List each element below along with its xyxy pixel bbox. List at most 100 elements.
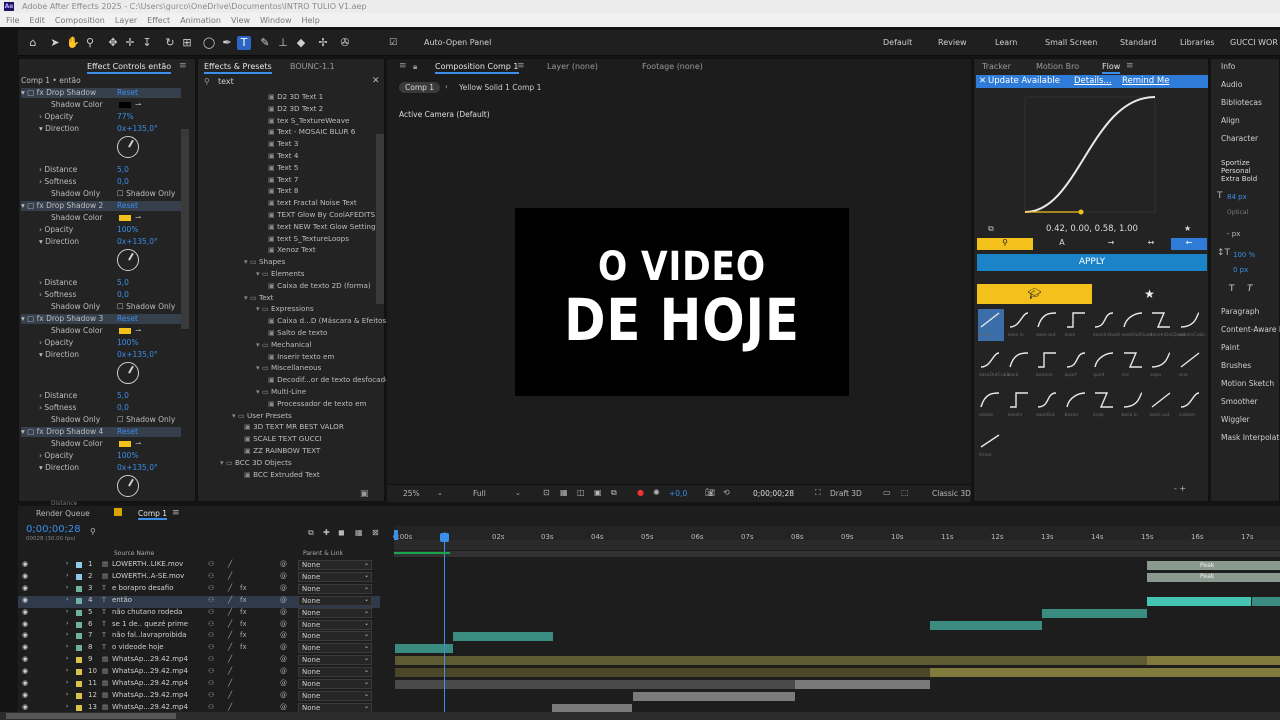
workspace-gucci[interactable]: GUCCI WOR [1230, 38, 1280, 47]
brush-tool-icon[interactable]: ✎ [258, 36, 272, 50]
direction-value[interactable]: 0x+135,0° [117, 463, 158, 472]
layer-name[interactable]: o videode hoje [112, 643, 202, 651]
effects-search-input[interactable] [218, 76, 368, 87]
clone-stamp-icon[interactable]: ⊥ [276, 36, 290, 50]
comp-mini-flowchart-icon[interactable]: ⧉ [308, 528, 314, 538]
visibility-eye-icon[interactable]: ◉ [22, 643, 28, 651]
shadow-only-checkbox[interactable]: ☐ Shadow Only [117, 302, 175, 311]
effect-switch-icon[interactable]: fx [240, 596, 247, 604]
puppet-pin-icon[interactable]: ✇ [338, 36, 352, 50]
draft-3d-timeline-icon[interactable]: ✚ [323, 528, 330, 537]
menu-item-effect[interactable]: Effect [147, 16, 170, 25]
preset-item[interactable]: ▣ Text - MOSAIC BLUR 6 [268, 127, 355, 136]
preset-folder[interactable]: ▾ ▭ Miscellaneous [256, 363, 321, 372]
pan-behind-tool-icon[interactable]: ⊞ [180, 36, 194, 50]
quality-switch-icon[interactable]: ╱ [228, 667, 232, 675]
parent-select[interactable]: None [298, 571, 372, 582]
easing-preset-custom[interactable]: custom [1178, 389, 1204, 421]
composition-canvas[interactable]: O VIDEO DE HOJE [515, 208, 849, 396]
easing-preset-easeInCubic[interactable]: easeInCubic [1178, 309, 1206, 341]
workspace-review[interactable]: Review [938, 38, 967, 47]
ellipse-tool-icon[interactable]: ◯ [202, 36, 216, 50]
layer-label-color[interactable] [76, 562, 82, 568]
tab-render-queue[interactable]: Render Queue [36, 509, 90, 518]
easing-preset-easeInOutQuad[interactable]: easeInOutQuad [1149, 309, 1185, 341]
reset-link[interactable]: Reset [117, 201, 138, 210]
parent-select[interactable]: None [298, 690, 372, 701]
preset-folder[interactable]: ▾ ▭ BCC 3D Objects [220, 458, 292, 467]
easing-preset-snap[interactable]: snap [1092, 389, 1118, 421]
preset-item[interactable]: ▣ Text 3 [268, 139, 298, 148]
expand-arrow-icon[interactable]: › [66, 572, 68, 579]
easing-preset-easeOutCubic[interactable]: easeOutCubic [978, 349, 1010, 381]
right-panel-item[interactable]: Smoother [1221, 397, 1280, 406]
easing-preset-quart[interactable]: quart [1064, 349, 1090, 381]
frame-blending-icon[interactable]: ▦ [355, 528, 363, 537]
current-time-display[interactable]: 0;00;00;28 [753, 489, 794, 498]
shy-switch-icon[interactable]: ⚇ [208, 655, 214, 663]
timeline-layer-row[interactable]: ◉ › 7 Tnão fal..lavraproibida ⚇ ╱ fx @ None ⌄ [18, 631, 380, 643]
timeline-layer-row[interactable]: ◉ › 4 Tentão ⚇ ╱ fx @ None ⌄ [18, 595, 380, 608]
workspace-standard[interactable]: Standard [1120, 38, 1156, 47]
eraser-tool-icon[interactable]: ◆ [294, 36, 308, 50]
right-panel-item[interactable]: Mask Interpolation [1221, 433, 1280, 442]
easing-preset-easeInQuad[interactable]: easeInQuad [1092, 309, 1120, 341]
timeline-menu-icon[interactable]: ≡ [172, 508, 180, 518]
source-name-header[interactable]: Source Name [114, 550, 154, 557]
peak-marker[interactable]: Peak [1200, 562, 1214, 569]
rotate-tool-icon[interactable]: ↻ [163, 36, 177, 50]
layer-label-color[interactable] [76, 609, 82, 616]
distance-value[interactable]: 5,0 [117, 165, 129, 174]
layer-name[interactable]: se 1 de.. quezé prime [112, 620, 202, 628]
preset-item[interactable]: ▣ ZZ RAINBOW TEXT [244, 446, 320, 455]
easing-preset-back in[interactable]: back in [1121, 389, 1147, 421]
opacity-value[interactable]: 100% [117, 451, 138, 460]
bezier-curve-editor[interactable] [1019, 89, 1164, 219]
layer-duration-bar[interactable] [453, 632, 553, 642]
reset-link[interactable]: Reset [117, 427, 138, 436]
shy-layers-icon[interactable]: ◼ [338, 528, 345, 537]
layer-label-color[interactable] [76, 645, 82, 652]
preset-item[interactable]: ▣ Caixa d...D (Máscara & Efeitos) [268, 316, 389, 325]
snapshot-compare-icon[interactable]: ⧉ [611, 488, 617, 498]
graduation-cap-icon[interactable]: 🎓︎ [977, 284, 1092, 304]
chevron-down-icon[interactable]: ⌄ [364, 667, 369, 674]
renderer-select[interactable]: Classic 3D [932, 489, 971, 498]
current-timecode[interactable]: 0;00;00;28 [26, 524, 81, 535]
quality-switch-icon[interactable]: ╱ [228, 560, 232, 568]
layer-name[interactable]: WhatsAp...29.42.mp4 [112, 655, 202, 663]
expand-arrow-icon[interactable]: › [66, 667, 68, 674]
home-icon[interactable]: ⌂ [26, 36, 40, 50]
chevron-down-icon[interactable]: ⌄ [364, 620, 369, 627]
pickwhip-icon[interactable]: @ [280, 643, 287, 651]
easing-preset-linear[interactable]: linear [978, 309, 1004, 341]
easing-preset-elastic[interactable]: elastic [978, 389, 1004, 421]
preset-item[interactable]: ▣ Text 8 [268, 186, 298, 195]
draft-3d-icon[interactable]: ⛶ [815, 488, 821, 498]
parent-select[interactable]: None [298, 560, 372, 570]
menu-item-animation[interactable]: Animation [180, 16, 221, 25]
preset-item[interactable]: ▣ Xenoz Text [268, 245, 316, 254]
chevron-down-icon[interactable]: ⌄ [364, 691, 369, 698]
easing-preset-easeOutQuad[interactable]: easeOutQuad [1121, 309, 1152, 341]
breadcrumb-solid[interactable]: Yellow Solid 1 Comp 1 [459, 83, 541, 92]
parent-link-header[interactable]: Parent & Link [303, 550, 343, 557]
mode-arrow-left-icon[interactable]: ← [1171, 238, 1207, 250]
exposure-value[interactable]: +0,0 [669, 489, 687, 498]
guides-icon[interactable]: ▣ [594, 488, 602, 497]
right-panel-item[interactable]: Info [1221, 62, 1235, 71]
lock-icon[interactable]: 🔒︎ [413, 59, 417, 74]
quality-switch-icon[interactable]: ╱ [228, 691, 232, 699]
shadow-color-swatch[interactable] [119, 102, 131, 108]
easing-preset-easeIn[interactable]: easeIn [1007, 389, 1033, 421]
details-link[interactable]: Details... [1074, 75, 1112, 88]
layer-duration-bar[interactable] [1147, 656, 1280, 666]
workspace-learn[interactable]: Learn [995, 38, 1017, 47]
close-icon[interactable]: ✕ [979, 75, 986, 88]
preset-item[interactable]: ▣ text S_TextureLoops [268, 234, 349, 243]
pickwhip-icon[interactable]: @ [280, 620, 287, 628]
visibility-eye-icon[interactable]: ◉ [22, 584, 28, 592]
auto-open-checkbox-icon[interactable]: ☑ [386, 36, 400, 50]
layer-label-color[interactable] [76, 573, 82, 580]
pickwhip-icon[interactable]: @ [280, 608, 287, 616]
